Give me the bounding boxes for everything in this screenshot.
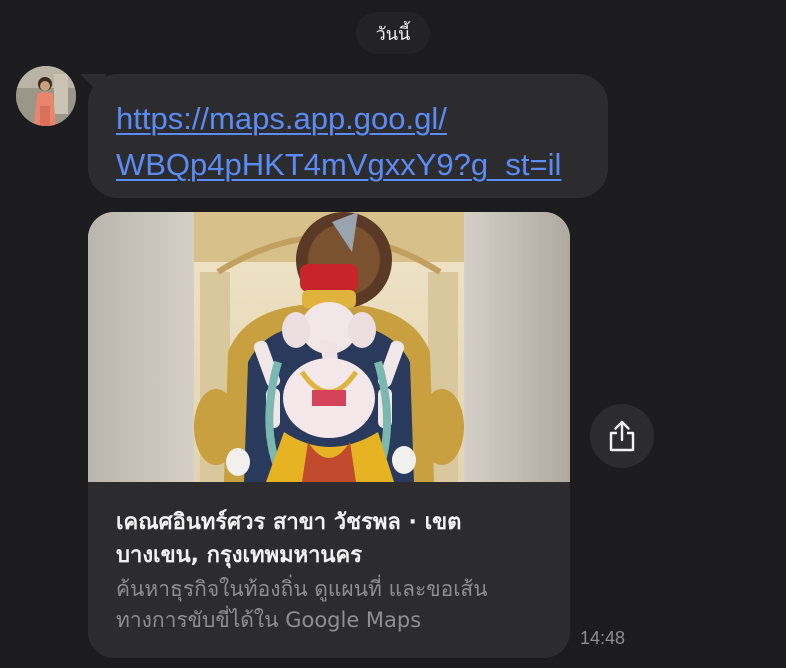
chat-screen: วันนี้ https://maps.app.goo.gl/ WBQp4pHK… [0, 0, 786, 668]
sender-avatar[interactable] [16, 66, 76, 126]
date-separator: วันนี้ [356, 12, 430, 54]
share-icon [609, 420, 635, 452]
ganesha-shrine-image [88, 212, 570, 482]
share-button[interactable] [590, 404, 654, 468]
link-preview-card[interactable]: เคณศอินทร์ศวร สาขา วัชรพล · เขต บางเขน, … [88, 212, 570, 658]
link-message-bubble: https://maps.app.goo.gl/ WBQp4pHKT4mVgxx… [88, 74, 608, 198]
maps-link-line-1[interactable]: https://maps.app.goo.gl/ [116, 96, 608, 142]
preview-title: เคณศอินทร์ศวร สาขา วัชรพล · เขต บางเขน, … [116, 510, 462, 568]
avatar-image [16, 66, 76, 126]
preview-text-block: เคณศอินทร์ศวร สาขา วัชรพล · เขต บางเขน, … [116, 506, 546, 636]
preview-image [88, 212, 570, 482]
message-timestamp: 14:48 [580, 628, 626, 648]
preview-description: ค้นหาธุรกิจในท้องถิ่น ดูแผนที่ และขอเส้น… [116, 577, 488, 632]
maps-link-line-2[interactable]: WBQp4pHKT4mVgxxY9?g_st=il [116, 142, 608, 188]
